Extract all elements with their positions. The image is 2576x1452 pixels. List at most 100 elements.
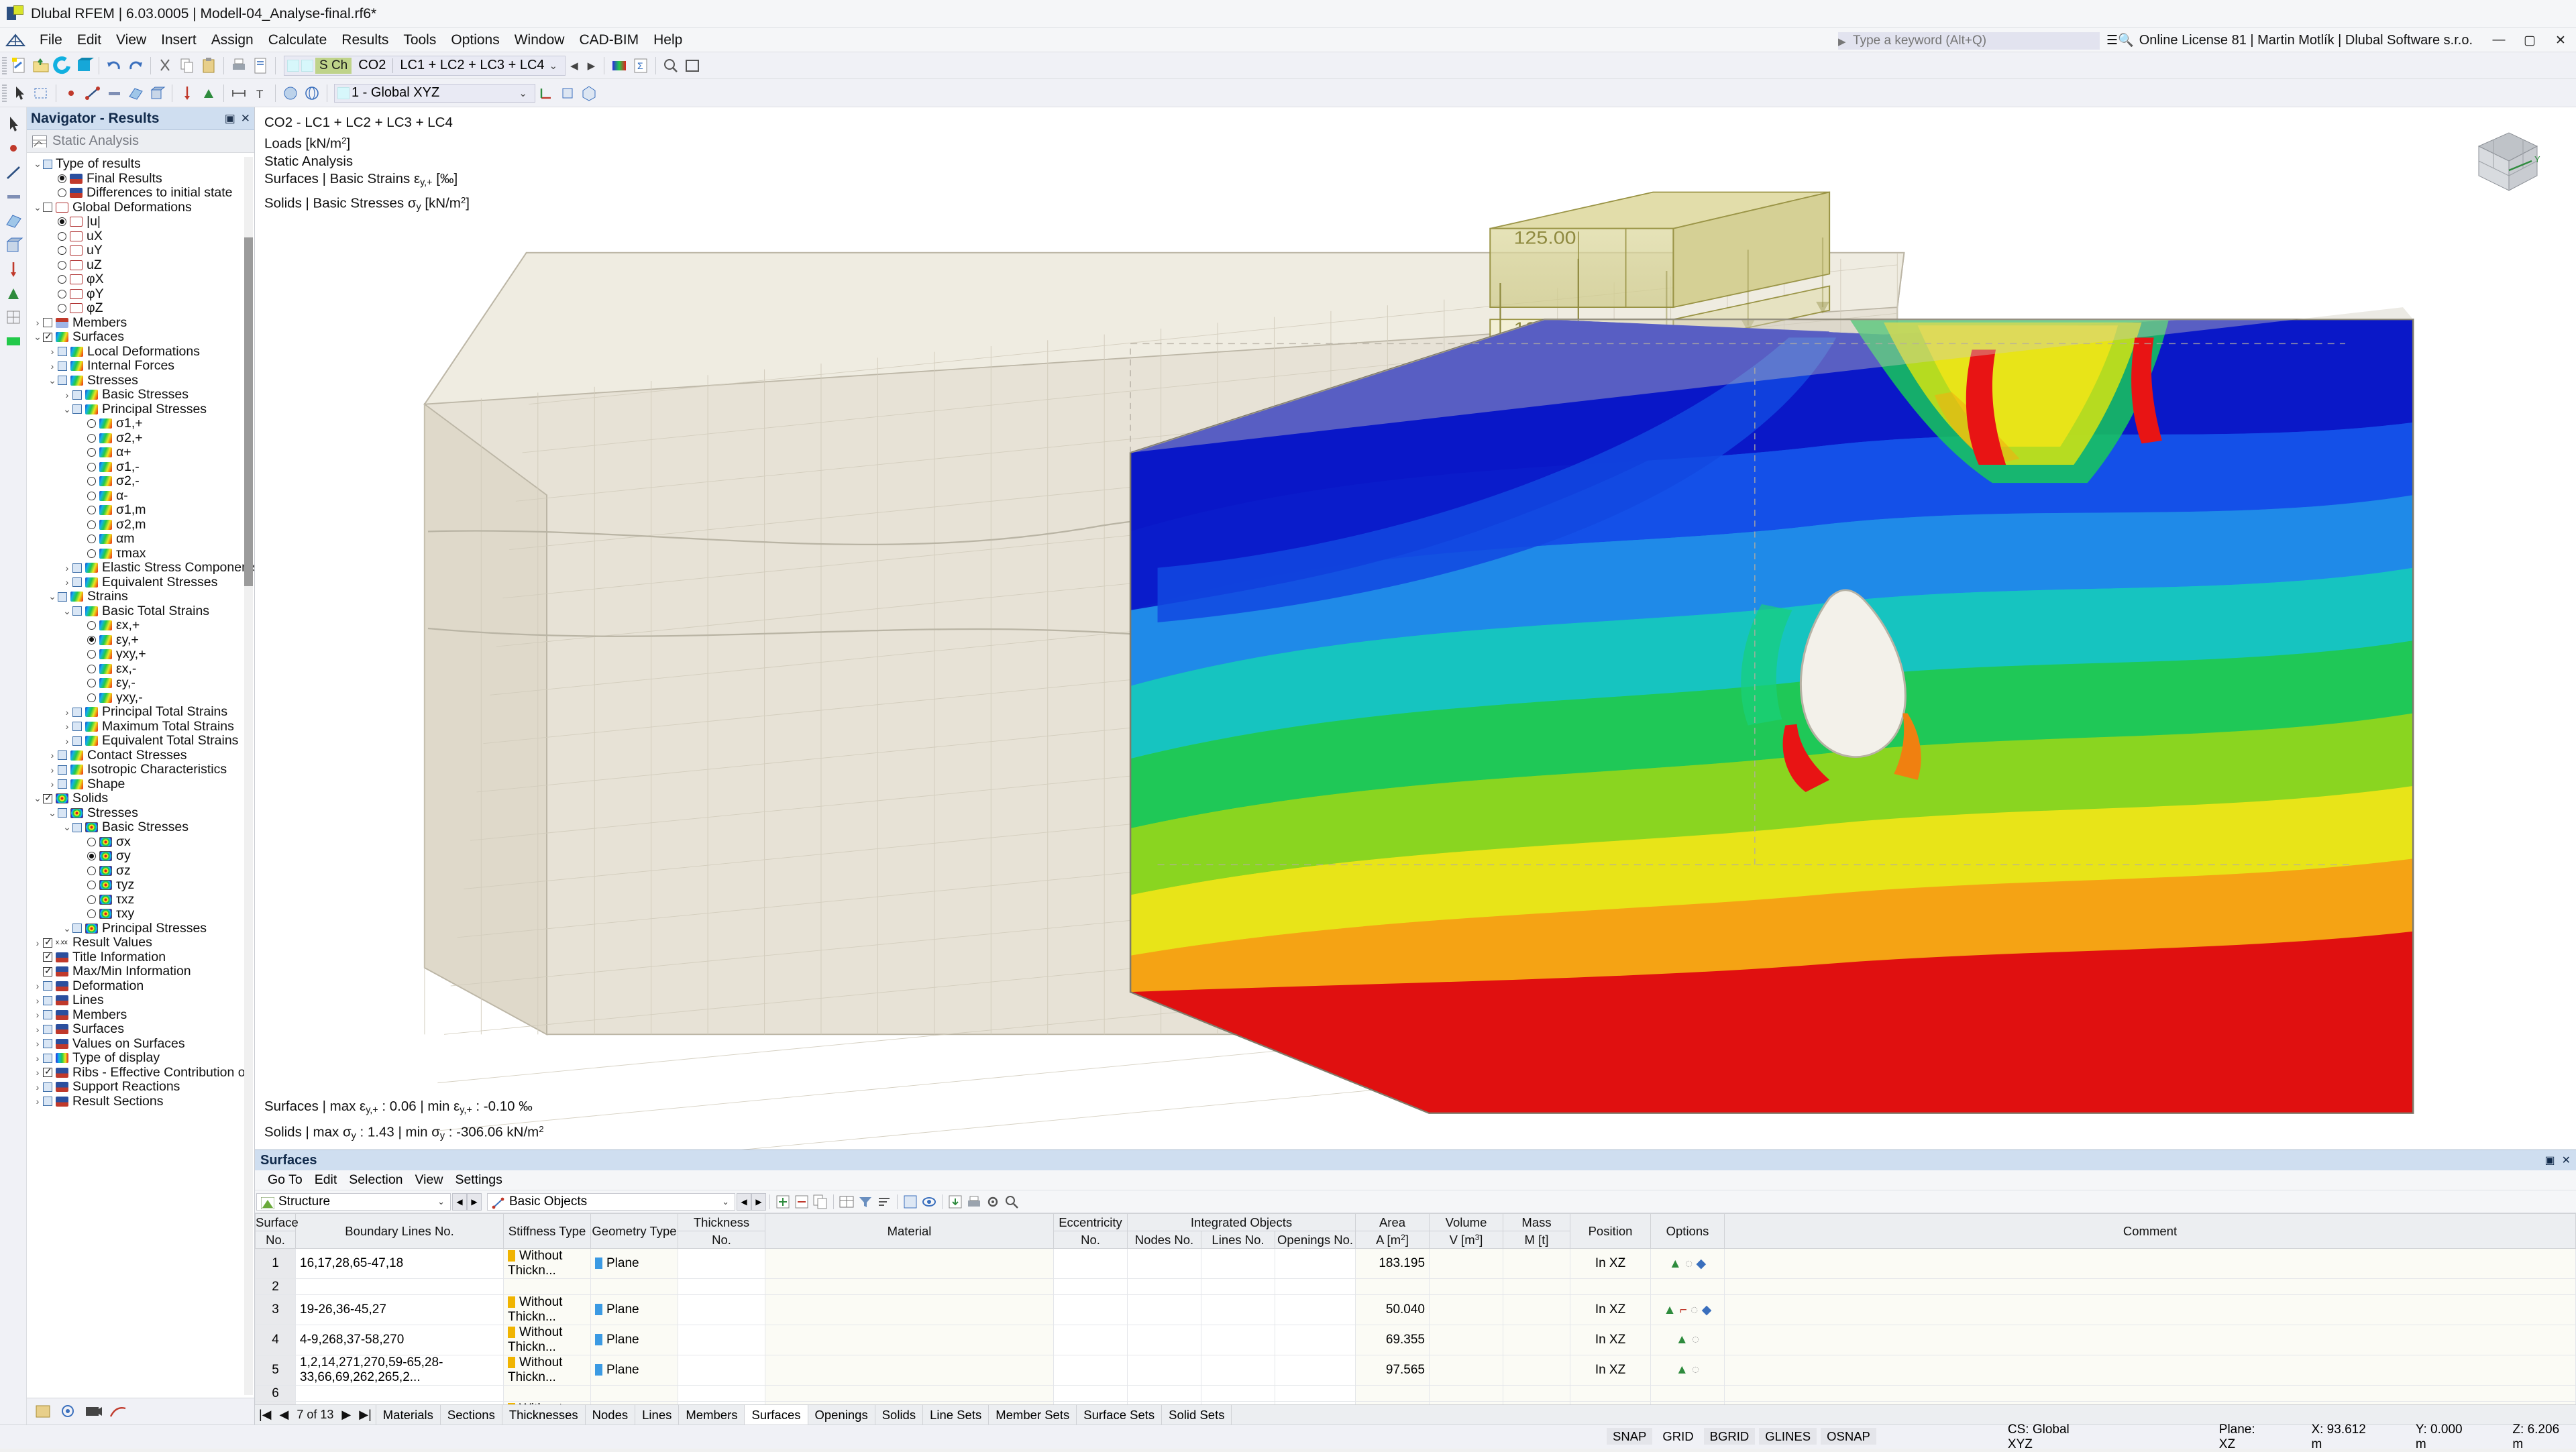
- cell-eccentricity-no[interactable]: [1054, 1386, 1128, 1402]
- prev-page-button[interactable]: ◀: [276, 1408, 293, 1422]
- chevron-down-icon[interactable]: ⌄: [47, 591, 58, 602]
- table-tab-surfaces[interactable]: Surfaces: [744, 1404, 808, 1425]
- table-delete-row-icon[interactable]: [793, 1193, 810, 1211]
- rail-results-icon[interactable]: [2, 330, 25, 353]
- rail-node-icon[interactable]: [2, 137, 25, 160]
- cell-area[interactable]: 183.195: [1356, 1249, 1430, 1279]
- minimize-button[interactable]: —: [2483, 33, 2514, 48]
- next-case-icon[interactable]: ▶: [583, 60, 600, 72]
- table-object-chevron-icon[interactable]: ⌄: [716, 1196, 735, 1207]
- cell-eccentricity-no[interactable]: [1054, 1279, 1128, 1295]
- cell-stiffness-type[interactable]: [504, 1279, 591, 1295]
- tree-item-basic-stresses[interactable]: ⌄Basic Stresses: [27, 820, 254, 835]
- radio-button[interactable]: [87, 838, 96, 846]
- tree-item-strains[interactable]: ⌄Strains: [27, 590, 254, 604]
- table-tabs[interactable]: MaterialsSectionsThicknessesNodesLinesMe…: [376, 1404, 1232, 1425]
- table-row[interactable]: 116,17,28,65-47,18Without Thickn...Plane…: [256, 1249, 2576, 1279]
- nav-views-tab-icon[interactable]: [83, 1403, 103, 1420]
- rail-mesh-icon[interactable]: [2, 306, 25, 329]
- cell-stiffness-type[interactable]: Without Thickn...: [504, 1325, 591, 1355]
- cell-boundary-lines[interactable]: [296, 1279, 504, 1295]
- table-tab-surface-sets[interactable]: Surface Sets: [1076, 1404, 1162, 1425]
- cell-openings-no[interactable]: [1275, 1279, 1356, 1295]
- tree-item-result-sections[interactable]: ›Result Sections: [27, 1095, 254, 1109]
- tree-item-result-values[interactable]: ›x.xxResult Values: [27, 936, 254, 950]
- chevron-right-icon[interactable]: ›: [32, 1067, 43, 1078]
- chevron-right-icon[interactable]: ›: [62, 577, 72, 588]
- cell-material[interactable]: [765, 1249, 1054, 1279]
- radio-button[interactable]: [87, 419, 96, 428]
- cell-boundary-lines[interactable]: [296, 1386, 504, 1402]
- tree-item-members[interactable]: ›Members: [27, 1008, 254, 1023]
- checkbox[interactable]: [58, 361, 67, 371]
- chevron-down-icon[interactable]: ⌄: [62, 404, 72, 415]
- cell-geometry-type[interactable]: Plane: [591, 1355, 678, 1386]
- table-tab-solids[interactable]: Solids: [875, 1404, 923, 1425]
- checkbox[interactable]: [72, 563, 82, 573]
- checkbox[interactable]: [72, 390, 82, 400]
- checkbox[interactable]: [58, 808, 67, 818]
- tree-item-max-min-information[interactable]: Max/Min Information: [27, 964, 254, 979]
- checkbox[interactable]: [58, 376, 67, 385]
- cell-material[interactable]: [765, 1386, 1054, 1402]
- tree-item-stresses[interactable]: ⌄Stresses: [27, 374, 254, 388]
- status-toggle-snap[interactable]: SNAP: [1607, 1428, 1652, 1445]
- cell-stiffness-type[interactable]: Without Thickn...: [504, 1249, 591, 1279]
- checkbox[interactable]: [43, 1054, 52, 1063]
- radio-button[interactable]: [58, 188, 66, 197]
- zoom-all-icon[interactable]: [682, 56, 702, 76]
- tree-item-[interactable]: α-: [27, 489, 254, 504]
- tree-item-y[interactable]: σy: [27, 849, 254, 864]
- tree-item-lines[interactable]: ›Lines: [27, 993, 254, 1008]
- tree-item-shape[interactable]: ›Shape: [27, 777, 254, 792]
- cell-options[interactable]: ▲ ◌: [1651, 1325, 1725, 1355]
- cell-lines-no[interactable]: [1201, 1402, 1275, 1405]
- cell-volume[interactable]: [1430, 1325, 1503, 1355]
- solid-icon[interactable]: [147, 83, 167, 103]
- table-row[interactable]: 7273,274,388,403-397,470-459,275Without …: [256, 1402, 2576, 1405]
- cell-geometry-type[interactable]: Plane: [591, 1249, 678, 1279]
- cell-mass[interactable]: [1503, 1325, 1570, 1355]
- chevron-down-icon[interactable]: ⌄: [62, 822, 72, 833]
- model-cube-icon[interactable]: [74, 56, 94, 76]
- status-toggle-glines[interactable]: GLINES: [1759, 1428, 1817, 1445]
- table-search-icon[interactable]: [1003, 1193, 1020, 1211]
- cell-nodes-no[interactable]: [1128, 1295, 1201, 1325]
- cell-nodes-no[interactable]: [1128, 1402, 1201, 1405]
- tree-item-2-m[interactable]: σ2,m: [27, 518, 254, 533]
- cell-surface-no[interactable]: 6: [256, 1386, 296, 1402]
- radio-button[interactable]: [58, 217, 66, 226]
- chevron-right-icon[interactable]: ›: [32, 1009, 43, 1020]
- tree-item-y[interactable]: φY: [27, 287, 254, 302]
- load-icon[interactable]: [177, 83, 197, 103]
- cell-comment[interactable]: [1725, 1355, 2576, 1386]
- table-menu-view[interactable]: View: [409, 1171, 449, 1189]
- table-visibility-icon[interactable]: [920, 1193, 938, 1211]
- table-tab-sections[interactable]: Sections: [440, 1404, 502, 1425]
- tree-item-2[interactable]: σ2,-: [27, 474, 254, 489]
- tree-item-[interactable]: α+: [27, 445, 254, 460]
- chevron-right-icon[interactable]: ›: [47, 779, 58, 789]
- checkbox[interactable]: [58, 347, 67, 356]
- table-row[interactable]: 44-9,268,37-58,270Without Thickn...Plane…: [256, 1325, 2576, 1355]
- cell-eccentricity-no[interactable]: [1054, 1295, 1128, 1325]
- table-object-prev-button[interactable]: ◀: [737, 1193, 751, 1211]
- navigator-close-icon[interactable]: ✕: [241, 112, 250, 125]
- table-menu-selection[interactable]: Selection: [343, 1171, 409, 1189]
- radio-button[interactable]: [58, 232, 66, 241]
- chevron-right-icon[interactable]: ›: [32, 938, 43, 948]
- tree-item-1[interactable]: σ1,-: [27, 460, 254, 475]
- cell-volume[interactable]: [1430, 1279, 1503, 1295]
- dimension-icon[interactable]: [229, 83, 249, 103]
- checkbox[interactable]: [43, 1039, 52, 1048]
- coordinate-system-selector[interactable]: 1 - Global XYZ ⌄: [334, 84, 535, 103]
- table-tab-strip[interactable]: |◀ ◀ 7 of 13 ▶ ▶| MaterialsSectionsThick…: [255, 1404, 2576, 1425]
- tree-item-x[interactable]: εx,-: [27, 662, 254, 677]
- checkbox[interactable]: [43, 203, 52, 212]
- checkbox[interactable]: [72, 404, 82, 414]
- cell-surface-no[interactable]: 7: [256, 1402, 296, 1405]
- tree-item-u[interactable]: |u|: [27, 215, 254, 229]
- cell-lines-no[interactable]: [1201, 1325, 1275, 1355]
- menu-item-options[interactable]: Options: [443, 30, 506, 51]
- cell-position[interactable]: [1570, 1279, 1651, 1295]
